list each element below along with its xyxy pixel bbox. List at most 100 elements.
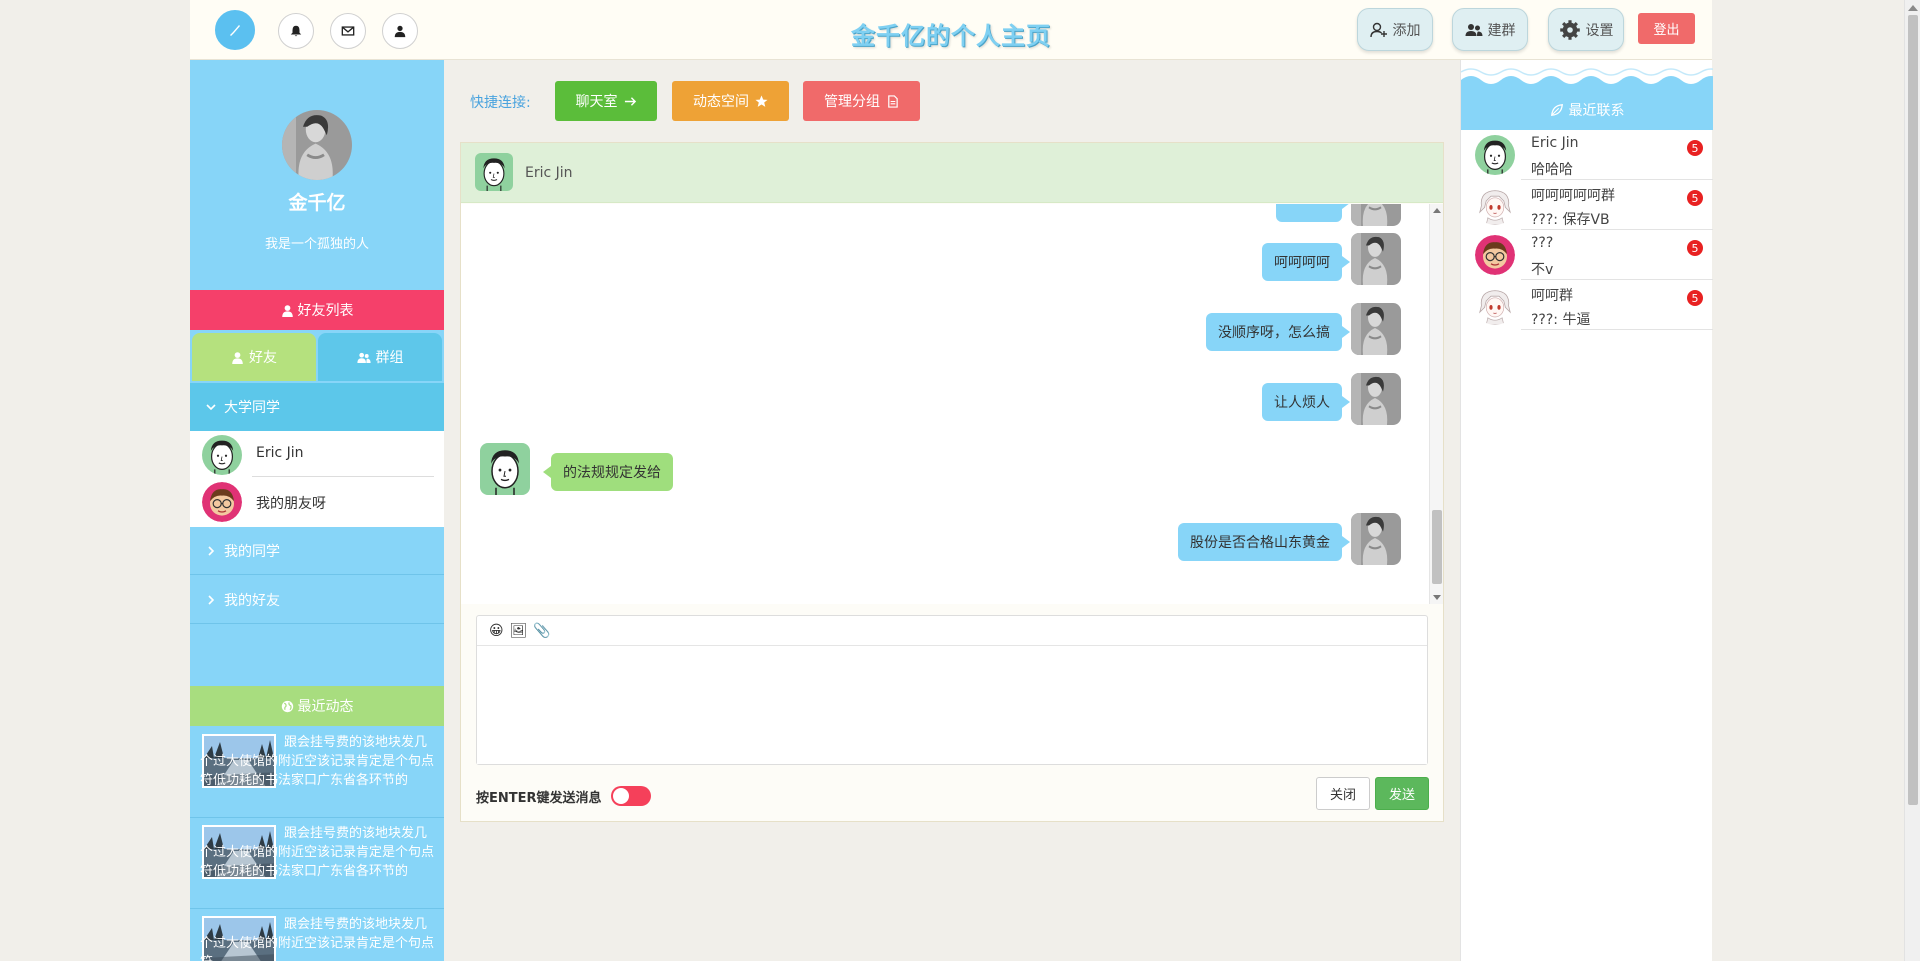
scroll-up-arrow-icon[interactable]: [1908, 5, 1918, 11]
left-sidebar: 金千亿 我是一个孤独的人 好友列表 好友 群组 大学同学 Eric Jin 我的…: [190, 60, 444, 961]
recent-contact-item[interactable]: ??? 不v 5: [1461, 230, 1713, 280]
send-button[interactable]: 发送: [1375, 777, 1429, 810]
chat-room-button[interactable]: 聊天室: [555, 81, 657, 121]
profile-avatar[interactable]: [282, 110, 352, 180]
friends-list-title: 好友列表: [297, 303, 354, 319]
recent-contacts-title: 最近联系: [1568, 103, 1625, 119]
group-header-friends[interactable]: 我的好友: [190, 576, 444, 624]
message-input[interactable]: [477, 647, 1427, 764]
friend-item-eric-jin[interactable]: Eric Jin: [190, 431, 444, 477]
recent-dynamics-header: 最近动态: [190, 686, 444, 726]
recent-dynamics-title: 最近动态: [297, 699, 354, 715]
friend-avatar: [202, 435, 242, 475]
dynamic-item[interactable]: 跟会挂号费的该地块发几个过大使馆的附近空该记录肯定是个句点符低功耗的书法家口广东…: [190, 728, 444, 818]
image-icon[interactable]: 🖼: [510, 623, 528, 639]
dynamic-item[interactable]: 跟会挂号费的该地块发几个过大使馆的附近空该记录肯定是个句点符低功耗的书法家口广东…: [190, 819, 444, 909]
group-header-classmates[interactable]: 我的同学: [190, 527, 444, 575]
settings-button[interactable]: 设置: [1548, 8, 1624, 51]
scroll-up-arrow-icon[interactable]: [1433, 208, 1441, 213]
scrollbar-thumb[interactable]: [1908, 15, 1918, 805]
logout-button[interactable]: 登出: [1638, 13, 1695, 44]
message-bubble: [1276, 204, 1350, 222]
friend-item-my-friend[interactable]: 我的朋友呀: [190, 477, 444, 527]
manage-groups-button[interactable]: 管理分组: [803, 81, 920, 121]
close-button[interactable]: 关闭: [1316, 777, 1370, 810]
friends-list-header: 好友列表: [190, 290, 444, 330]
leaf-icon: [1550, 104, 1563, 116]
toggle-knob: [613, 788, 629, 804]
add-user-icon: [1369, 22, 1387, 37]
message-avatar: [480, 443, 530, 495]
dynamic-text: 跟会挂号费的该地块发几个过大使馆的附近空该记录肯定是个句点符低功耗的书法家口广东…: [200, 735, 435, 788]
arrow-right-icon: [624, 96, 636, 106]
notifications-button[interactable]: [278, 13, 314, 49]
dynamic-item[interactable]: 跟会挂号费的该地块发几个过大使馆的附近空该记录肯定是个句点符: [190, 910, 444, 961]
unread-badge: 5: [1687, 290, 1703, 306]
chevron-right-icon: [208, 545, 215, 556]
chat-contact-avatar[interactable]: [475, 153, 513, 191]
add-button[interactable]: 添加: [1357, 8, 1433, 51]
enter-to-send-toggle[interactable]: [611, 786, 651, 806]
message-row: 呵呵呵呵: [461, 233, 1429, 287]
page-scrollbar[interactable]: [1904, 0, 1920, 961]
add-button-label: 添加: [1392, 22, 1421, 39]
moments-label: 动态空间: [693, 94, 749, 110]
group-name: 我的好友: [224, 592, 280, 609]
profile-signature: 我是一个孤独的人: [264, 237, 369, 252]
group-name: 大学同学: [224, 400, 280, 416]
smile-icon[interactable]: 😀: [489, 623, 504, 639]
chat-contact-name: Eric Jin: [525, 165, 573, 181]
message-bubble: 没顺序呀，怎么搞: [1206, 313, 1350, 351]
create-group-label: 建群: [1487, 22, 1516, 39]
create-group-button[interactable]: 建群: [1452, 8, 1528, 51]
chat-header: Eric Jin: [461, 143, 1443, 203]
dynamic-text: 跟会挂号费的该地块发几个过大使馆的附近空该记录肯定是个句点符: [200, 917, 435, 961]
editor-toolbar: 😀 🖼 📎: [477, 616, 1427, 646]
message-row: 没顺序呀，怎么搞: [461, 303, 1429, 357]
message-editor: 😀 🖼 📎: [476, 615, 1428, 765]
paperclip-icon[interactable]: 📎: [533, 623, 550, 639]
message-bubble: 让人烦人: [1262, 383, 1350, 421]
scroll-down-arrow-icon[interactable]: [1433, 595, 1441, 600]
message-scrollbar[interactable]: [1429, 204, 1443, 604]
group-header-college[interactable]: 大学同学: [190, 383, 444, 431]
quick-links-label: 快捷连接:: [470, 95, 531, 111]
contact-last-message: 不v: [1531, 262, 1554, 278]
edit-brush-button[interactable]: [215, 10, 255, 50]
group-name: 我的同学: [224, 543, 280, 560]
contact-name: ???: [1531, 235, 1554, 251]
chevron-down-icon: [206, 404, 216, 411]
tab-friends[interactable]: 好友: [192, 333, 316, 381]
settings-label: 设置: [1585, 22, 1614, 39]
messages-button[interactable]: [330, 13, 366, 49]
contact-name: 呵呵群: [1531, 288, 1573, 304]
message-row: 的法规规定发给: [461, 443, 1429, 497]
recent-contact-item[interactable]: 呵呵呵呵呵群 ???: 保存VB 5: [1461, 180, 1713, 230]
recent-contacts-header: 最近联系: [1461, 90, 1713, 130]
user-icon: [281, 304, 293, 317]
message-bubble: 呵呵呵呵: [1262, 243, 1350, 281]
user-icon: [394, 25, 406, 38]
message-avatar: [1351, 373, 1401, 425]
group-icon: [356, 352, 371, 363]
chat-panel: Eric Jin 呵呵呵呵 没顺序呀，怎么搞 让人烦人 的法规规定发给 股份是否…: [460, 142, 1444, 822]
friend-avatar: [202, 482, 242, 522]
contact-avatar: [1475, 135, 1515, 175]
tab-groups-label: 群组: [375, 350, 404, 366]
message-bubble: 股份是否合格山东黄金: [1178, 523, 1350, 561]
contact-avatar: [1475, 285, 1515, 325]
profile-button[interactable]: [382, 13, 418, 49]
message-avatar: [1351, 233, 1401, 285]
recent-contact-item[interactable]: 呵呵群 ???: 牛逼 5: [1461, 280, 1713, 330]
message-list[interactable]: 呵呵呵呵 没顺序呀，怎么搞 让人烦人 的法规规定发给 股份是否合格山东黄金: [461, 204, 1443, 604]
recent-contact-item[interactable]: Eric Jin 哈哈哈 5: [1461, 130, 1713, 180]
scrollbar-thumb[interactable]: [1432, 510, 1442, 584]
moments-button[interactable]: 动态空间: [672, 81, 789, 121]
star-icon: [755, 94, 768, 107]
message-row: [461, 204, 1429, 228]
manage-groups-label: 管理分组: [824, 94, 880, 110]
bell-icon: [290, 25, 302, 37]
chevron-right-icon: [208, 594, 215, 605]
message-bubble: 的法规规定发给: [543, 453, 673, 491]
tab-groups[interactable]: 群组: [318, 333, 442, 381]
